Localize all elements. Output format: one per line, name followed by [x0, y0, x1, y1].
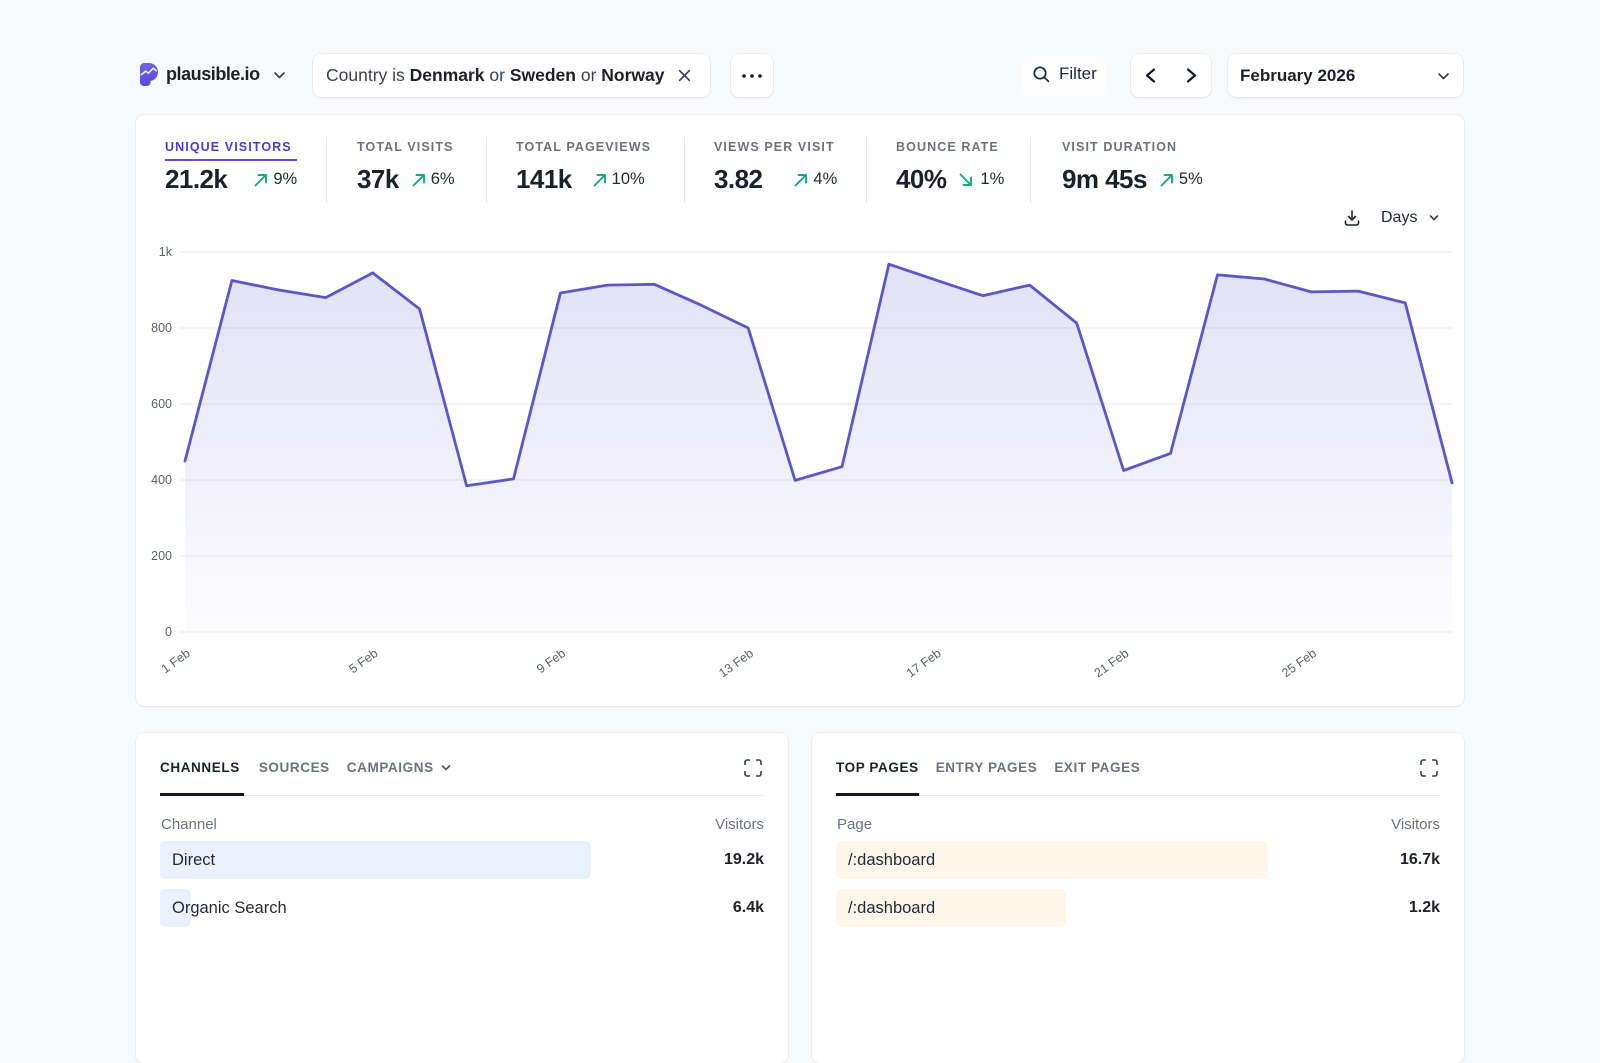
svg-text:0: 0	[165, 625, 172, 639]
svg-text:1k: 1k	[159, 245, 173, 259]
svg-text:9 Feb: 9 Feb	[534, 646, 568, 676]
svg-text:17 Feb: 17 Feb	[904, 646, 944, 680]
svg-text:600: 600	[151, 397, 172, 411]
svg-text:21 Feb: 21 Feb	[1092, 646, 1132, 680]
svg-text:13 Feb: 13 Feb	[716, 646, 756, 680]
svg-text:5 Feb: 5 Feb	[346, 646, 380, 676]
svg-text:400: 400	[151, 473, 172, 487]
svg-text:200: 200	[151, 549, 172, 563]
svg-text:1 Feb: 1 Feb	[159, 646, 193, 676]
svg-text:25 Feb: 25 Feb	[1279, 646, 1319, 680]
svg-text:800: 800	[151, 321, 172, 335]
